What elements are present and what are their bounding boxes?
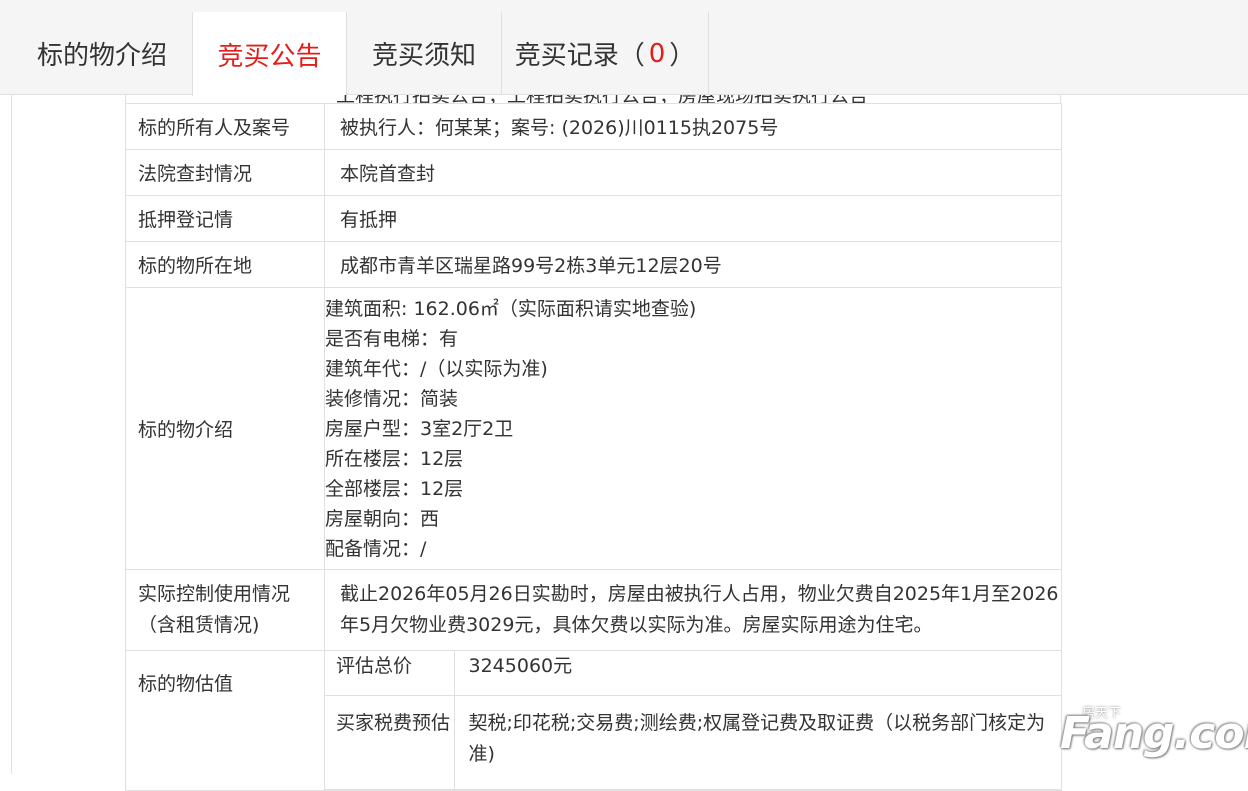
- row-label: 实际控制使用情况 （含租赁情况): [125, 569, 325, 651]
- tab-auction-announcement[interactable]: 竞买公告: [192, 12, 347, 96]
- tab-label: 竞买须知: [371, 41, 476, 71]
- auction-info-table: 标的所有人及案号 被执行人：何某某；案号: (2026)川0115执2075号 …: [125, 103, 1062, 791]
- row-label: 标的物所在地: [125, 241, 325, 288]
- row-label: 标的物估值: [125, 650, 325, 791]
- list-item: 装修情况：简装: [325, 387, 459, 410]
- row-value: 本院首查封: [324, 149, 1062, 196]
- row-value: 有抵押: [324, 195, 1062, 242]
- row-value: 被执行人：何某某；案号: (2026)川0115执2075号: [324, 103, 1062, 150]
- list-item: 所在楼层：12层: [325, 447, 464, 470]
- label-line: 实际控制使用情况: [138, 583, 291, 605]
- table-row: 评估总价 3245060元: [325, 651, 1061, 696]
- row-label: 标的物介绍: [125, 287, 325, 570]
- subrow-value: 3245060元: [454, 651, 1061, 696]
- tab-auction-notice[interactable]: 竞买须知: [347, 12, 502, 95]
- table-row: 抵押登记情 有抵押: [125, 195, 1062, 242]
- fang-watermark-logo: 房天下 Fang.com: [1060, 700, 1248, 764]
- subrow-value: 契税;印花税;交易费;测绘费;权属登记费及取证费（以税务部门核定为准): [454, 695, 1061, 790]
- paren-open: （: [618, 41, 645, 71]
- table-row: 标的物所在地 成都市青羊区瑞星路99号2栋3单元12层20号: [125, 241, 1062, 288]
- paren-close: ）: [669, 41, 696, 71]
- row-label: 标的所有人及案号: [125, 103, 325, 150]
- tab-bar: 标的物介绍 竞买公告 竞买须知 竞买记录 （0）: [0, 0, 1248, 96]
- tab-label: 竞买公告: [217, 41, 322, 72]
- subrow-label: 买家税费预估: [325, 695, 455, 790]
- valuation-subtable: 评估总价 3245060元 买家税费预估 契税;印花税;交易费;测绘费;权属登记…: [325, 651, 1061, 790]
- tab-label: 竞买记录: [514, 41, 619, 71]
- row-label: 法院查封情况: [125, 149, 325, 196]
- table-row-valuation: 标的物估值 评估总价 3245060元 买家税费预估 契税;印花税;交易费;测绘…: [125, 650, 1062, 791]
- list-item: 建筑年代：/（以实际为准): [325, 357, 548, 380]
- list-item: 房屋朝向：西: [325, 507, 440, 530]
- table-row: 法院查封情况 本院首查封: [125, 149, 1062, 196]
- tab-label: 标的物介绍: [36, 41, 167, 71]
- tab-item-introduction[interactable]: 标的物介绍: [12, 12, 192, 95]
- tab-bid-records[interactable]: 竞买记录 （0）: [502, 12, 709, 95]
- list-item: 全部楼层：12层: [325, 477, 464, 500]
- watermark-big-text: Fang.com: [1060, 708, 1248, 759]
- table-row-intro: 标的物介绍 建筑面积: 162.06㎡（实际面积请实地查验) 是否有电梯：有 建…: [125, 287, 1062, 570]
- list-item: 房屋户型：3室2厅2卫: [325, 417, 514, 440]
- bid-count-badge: 0: [648, 38, 666, 69]
- row-label: 抵押登记情: [125, 195, 325, 242]
- table-row: 买家税费预估 契税;印花税;交易费;测绘费;权属登记费及取证费（以税务部门核定为…: [325, 695, 1061, 790]
- row-value: 建筑面积: 162.06㎡（实际面积请实地查验) 是否有电梯：有 建筑年代：/（…: [324, 287, 1062, 570]
- intro-list: 建筑面积: 162.06㎡（实际面积请实地查验) 是否有电梯：有 建筑年代：/（…: [325, 294, 1046, 564]
- list-item: 建筑面积: 162.06㎡（实际面积请实地查验): [325, 297, 697, 320]
- label-line: （含租赁情况): [138, 614, 260, 636]
- row-value: 评估总价 3245060元 买家税费预估 契税;印花税;交易费;测绘费;权属登记…: [324, 650, 1062, 791]
- valuation-label: 标的物估值: [138, 673, 234, 695]
- row-value: 截止2026年05月26日实勘时，房屋由被执行人占用，物业欠费自2025年1月至…: [324, 569, 1062, 651]
- table-row: 标的所有人及案号 被执行人：何某某；案号: (2026)川0115执2075号: [125, 103, 1062, 150]
- table-row-control: 实际控制使用情况 （含租赁情况) 截止2026年05月26日实勘时，房屋由被执行…: [125, 569, 1062, 651]
- list-item: 配备情况：/: [325, 537, 427, 560]
- subrow-label: 评估总价: [325, 651, 455, 696]
- row-value: 成都市青羊区瑞星路99号2栋3单元12层20号: [324, 241, 1062, 288]
- list-item: 是否有电梯：有: [325, 327, 459, 350]
